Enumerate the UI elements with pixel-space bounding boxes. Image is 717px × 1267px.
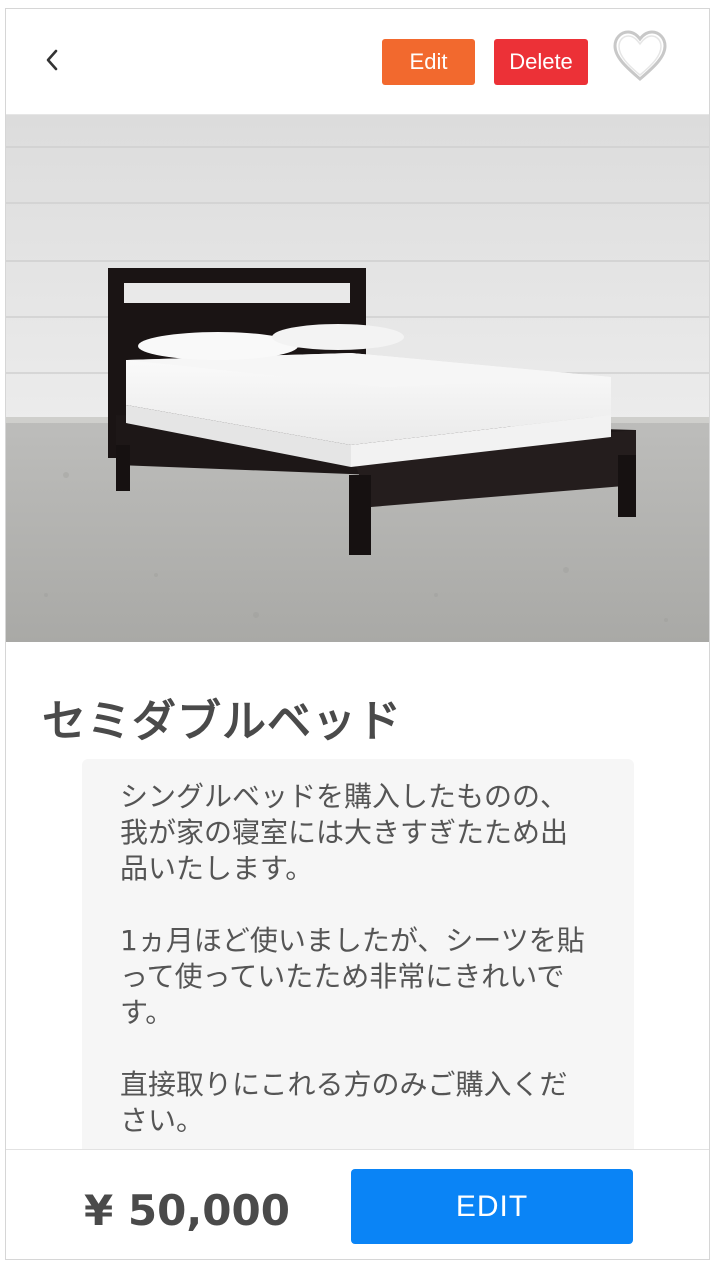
chevron-left-icon bbox=[46, 49, 58, 71]
product-image bbox=[6, 115, 709, 642]
description-paragraph: 1ヵ月ほど使いましたが、シーツを貼って使っていたため非常にきれいです。 bbox=[120, 924, 585, 1029]
top-bar: Edit Delete bbox=[6, 9, 709, 115]
description-text: シングルベッドを購入したものの、我が家の寝室には大きすぎたため出品いたします。 … bbox=[120, 779, 595, 1175]
description-paragraph: 直接取りにこれる方のみご購入ください。 bbox=[120, 1068, 568, 1137]
heart-icon bbox=[613, 30, 667, 81]
app-frame: Edit Delete セミダブルベッド シングルベッドを購入したものの、我が家… bbox=[5, 8, 710, 1260]
delete-button[interactable]: Delete bbox=[494, 39, 588, 85]
price: ¥ 50,000 bbox=[84, 1186, 290, 1235]
edit-listing-button[interactable]: EDIT bbox=[351, 1169, 633, 1244]
edit-button[interactable]: Edit bbox=[382, 39, 475, 85]
description-box: シングルベッドを購入したものの、我が家の寝室には大きすぎたため出品いたします。 … bbox=[82, 759, 634, 1169]
description-paragraph: シングルベッドを購入したものの、我が家の寝室には大きすぎたため出品いたします。 bbox=[120, 780, 569, 885]
product-title: セミダブルベッド bbox=[42, 696, 402, 747]
back-button[interactable] bbox=[40, 47, 66, 73]
bottom-bar: ¥ 50,000 EDIT bbox=[6, 1149, 709, 1259]
favorite-button[interactable] bbox=[612, 29, 668, 85]
